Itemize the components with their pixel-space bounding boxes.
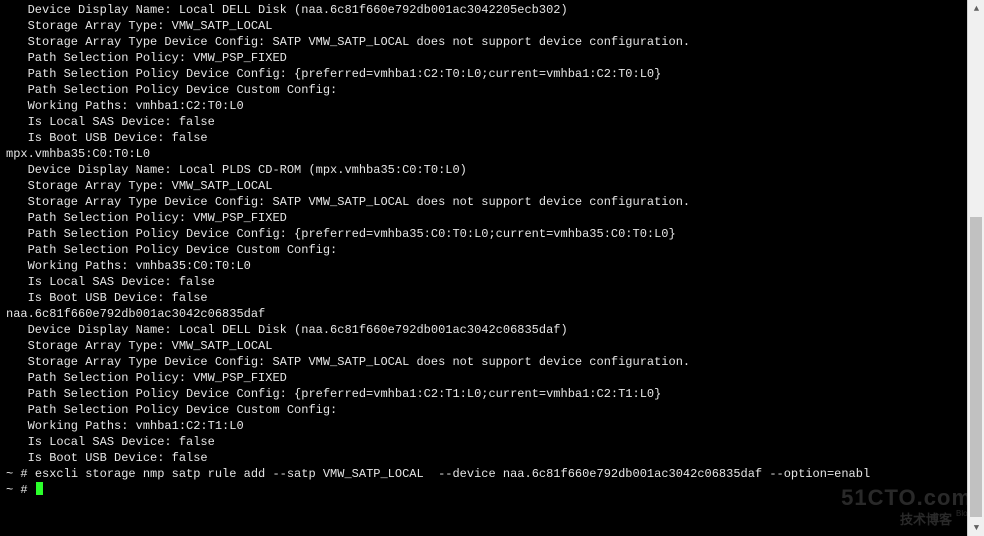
vertical-scrollbar[interactable]: ▲ ▼ <box>967 0 984 536</box>
device-field: Device Display Name: Local DELL Disk (na… <box>6 2 966 18</box>
device-field: Path Selection Policy: VMW_PSP_FIXED <box>6 50 966 66</box>
device-header: mpx.vmhba35:C0:T0:L0 <box>6 146 966 162</box>
terminal-output[interactable]: Device Display Name: Local DELL Disk (na… <box>0 0 966 536</box>
device-field: Storage Array Type Device Config: SATP V… <box>6 34 966 50</box>
device-field: Storage Array Type: VMW_SATP_LOCAL <box>6 178 966 194</box>
device-field: Path Selection Policy Device Config: {pr… <box>6 226 966 242</box>
device-field: Path Selection Policy Device Custom Conf… <box>6 82 966 98</box>
device-header: naa.6c81f660e792db001ac3042c06835daf <box>6 306 966 322</box>
scroll-track[interactable] <box>968 17 984 519</box>
device-field: Is Local SAS Device: false <box>6 274 966 290</box>
device-field: Storage Array Type Device Config: SATP V… <box>6 194 966 210</box>
scroll-up-button[interactable]: ▲ <box>968 0 984 17</box>
device-field: Path Selection Policy: VMW_PSP_FIXED <box>6 370 966 386</box>
prompt-line-active[interactable]: ~ # <box>6 482 966 498</box>
device-field: Is Local SAS Device: false <box>6 434 966 450</box>
prompt-symbol: ~ # <box>6 467 35 481</box>
scroll-thumb[interactable] <box>970 217 982 517</box>
command-text: esxcli storage nmp satp rule add --satp … <box>35 467 870 481</box>
device-field: Storage Array Type Device Config: SATP V… <box>6 354 966 370</box>
device-field: Path Selection Policy Device Config: {pr… <box>6 386 966 402</box>
device-field: Working Paths: vmhba1:C2:T0:L0 <box>6 98 966 114</box>
prompt-symbol: ~ # <box>6 483 35 497</box>
device-field: Storage Array Type: VMW_SATP_LOCAL <box>6 338 966 354</box>
device-field: Path Selection Policy Device Custom Conf… <box>6 242 966 258</box>
device-field: Device Display Name: Local DELL Disk (na… <box>6 322 966 338</box>
device-field: Is Boot USB Device: false <box>6 450 966 466</box>
device-field: Path Selection Policy: VMW_PSP_FIXED <box>6 210 966 226</box>
device-field: Path Selection Policy Device Config: {pr… <box>6 66 966 82</box>
device-field: Storage Array Type: VMW_SATP_LOCAL <box>6 18 966 34</box>
device-field: Is Local SAS Device: false <box>6 114 966 130</box>
device-field: Working Paths: vmhba1:C2:T1:L0 <box>6 418 966 434</box>
cursor-icon <box>36 482 43 495</box>
device-field: Path Selection Policy Device Custom Conf… <box>6 402 966 418</box>
scroll-down-button[interactable]: ▼ <box>968 519 984 536</box>
device-field: Device Display Name: Local PLDS CD-ROM (… <box>6 162 966 178</box>
prompt-line[interactable]: ~ # esxcli storage nmp satp rule add --s… <box>6 466 966 482</box>
device-field: Is Boot USB Device: false <box>6 130 966 146</box>
device-field: Is Boot USB Device: false <box>6 290 966 306</box>
device-field: Working Paths: vmhba35:C0:T0:L0 <box>6 258 966 274</box>
